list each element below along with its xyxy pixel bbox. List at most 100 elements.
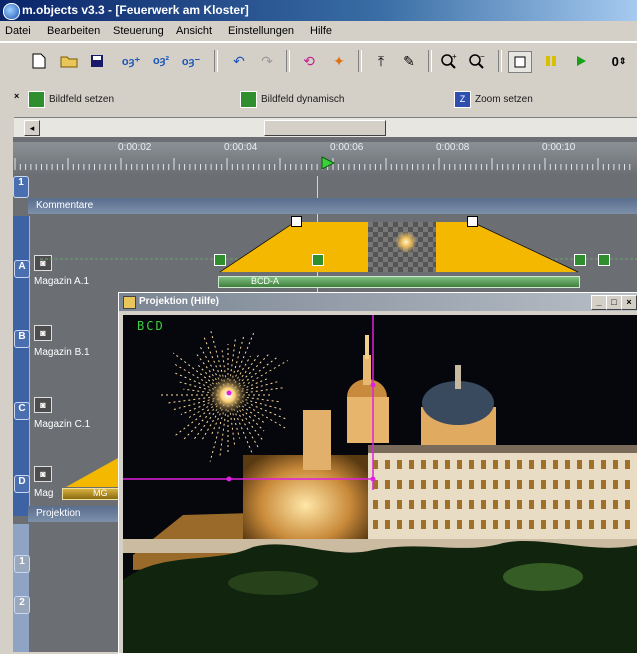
building-window <box>481 500 486 509</box>
building-window <box>493 500 498 509</box>
building-window <box>505 480 510 489</box>
building-window <box>577 520 582 529</box>
building-window <box>433 520 438 529</box>
building-window <box>457 460 462 469</box>
building-window <box>589 460 594 469</box>
building-window <box>565 480 570 489</box>
projection-image[interactable]: BCD <box>123 315 637 653</box>
building-window <box>517 500 522 509</box>
building-window <box>541 480 546 489</box>
building-window <box>541 500 546 509</box>
building-window <box>433 460 438 469</box>
building-window <box>625 500 630 509</box>
building-window <box>517 520 522 529</box>
building-window <box>373 520 378 529</box>
building-window <box>421 480 426 489</box>
projection-track-2-button[interactable]: 2 <box>14 596 30 614</box>
building-window <box>481 460 486 469</box>
building-window <box>469 520 474 529</box>
close-button[interactable]: × <box>621 295 637 310</box>
building-window <box>505 520 510 529</box>
building-window <box>385 520 390 529</box>
magazine-d-label: Mag <box>34 488 54 499</box>
building-window <box>469 460 474 469</box>
building-window <box>397 460 402 469</box>
minimize-button[interactable]: _ <box>591 295 607 310</box>
building-window <box>481 520 486 529</box>
building-window <box>529 500 534 509</box>
building-window <box>565 460 570 469</box>
building-window <box>553 520 558 529</box>
building-window <box>577 460 582 469</box>
building-window <box>457 520 462 529</box>
building-window <box>529 480 534 489</box>
building-window <box>445 520 450 529</box>
building-window <box>601 460 606 469</box>
building-window <box>469 500 474 509</box>
building-window <box>553 460 558 469</box>
building-window <box>517 460 522 469</box>
building-window <box>385 500 390 509</box>
building-window <box>505 500 510 509</box>
building-window <box>397 500 402 509</box>
building-window <box>577 480 582 489</box>
projection-window-icon <box>123 296 136 309</box>
building-window <box>601 500 606 509</box>
projection-window-title: Projektion (Hilfe) <box>139 296 220 307</box>
building-window <box>385 460 390 469</box>
projection-track-1-button[interactable]: 1 <box>14 555 30 573</box>
building-window <box>457 480 462 489</box>
building-window <box>529 460 534 469</box>
building-window <box>481 480 486 489</box>
building-window <box>565 500 570 509</box>
projection-label: Projektion <box>36 508 81 519</box>
building-window <box>589 500 594 509</box>
building-window <box>601 520 606 529</box>
building-window <box>445 460 450 469</box>
building-window <box>553 500 558 509</box>
building-window <box>457 500 462 509</box>
building-window <box>433 480 438 489</box>
building-window <box>433 500 438 509</box>
building-window <box>505 460 510 469</box>
building-window <box>409 480 414 489</box>
building-window <box>541 460 546 469</box>
monastery-night-image <box>123 315 637 653</box>
clip-bar-d[interactable]: MG <box>62 488 120 500</box>
projection-overlay-text: BCD <box>137 319 165 333</box>
building-window <box>565 520 570 529</box>
projection-title-bar[interactable]: Projektion (Hilfe) _ □ × <box>119 293 637 311</box>
building-window <box>409 460 414 469</box>
building-window <box>469 480 474 489</box>
building-window <box>613 480 618 489</box>
building-window <box>421 460 426 469</box>
building-window <box>493 460 498 469</box>
track-number: 1 <box>19 556 25 567</box>
track-number: 2 <box>19 597 25 608</box>
building-window <box>373 500 378 509</box>
maximize-button[interactable]: □ <box>606 295 622 310</box>
projection-track-header: Projektion <box>28 506 118 522</box>
building-window <box>613 460 618 469</box>
building-window <box>625 460 630 469</box>
building-window <box>397 520 402 529</box>
building-window <box>421 520 426 529</box>
clip-label: MG <box>93 488 108 498</box>
projection-window[interactable]: Projektion (Hilfe) _ □ × BCD <box>118 292 637 654</box>
building-window <box>625 520 630 529</box>
building-window <box>421 500 426 509</box>
building-window <box>553 480 558 489</box>
building-window <box>385 480 390 489</box>
building-window <box>577 500 582 509</box>
building-window <box>625 480 630 489</box>
building-window <box>445 480 450 489</box>
building-window <box>613 520 618 529</box>
building-window <box>397 480 402 489</box>
building-window <box>613 500 618 509</box>
building-window <box>493 520 498 529</box>
building-window <box>409 500 414 509</box>
building-window <box>589 520 594 529</box>
building-window <box>517 480 522 489</box>
projection-strip <box>13 524 29 652</box>
building-window <box>529 520 534 529</box>
